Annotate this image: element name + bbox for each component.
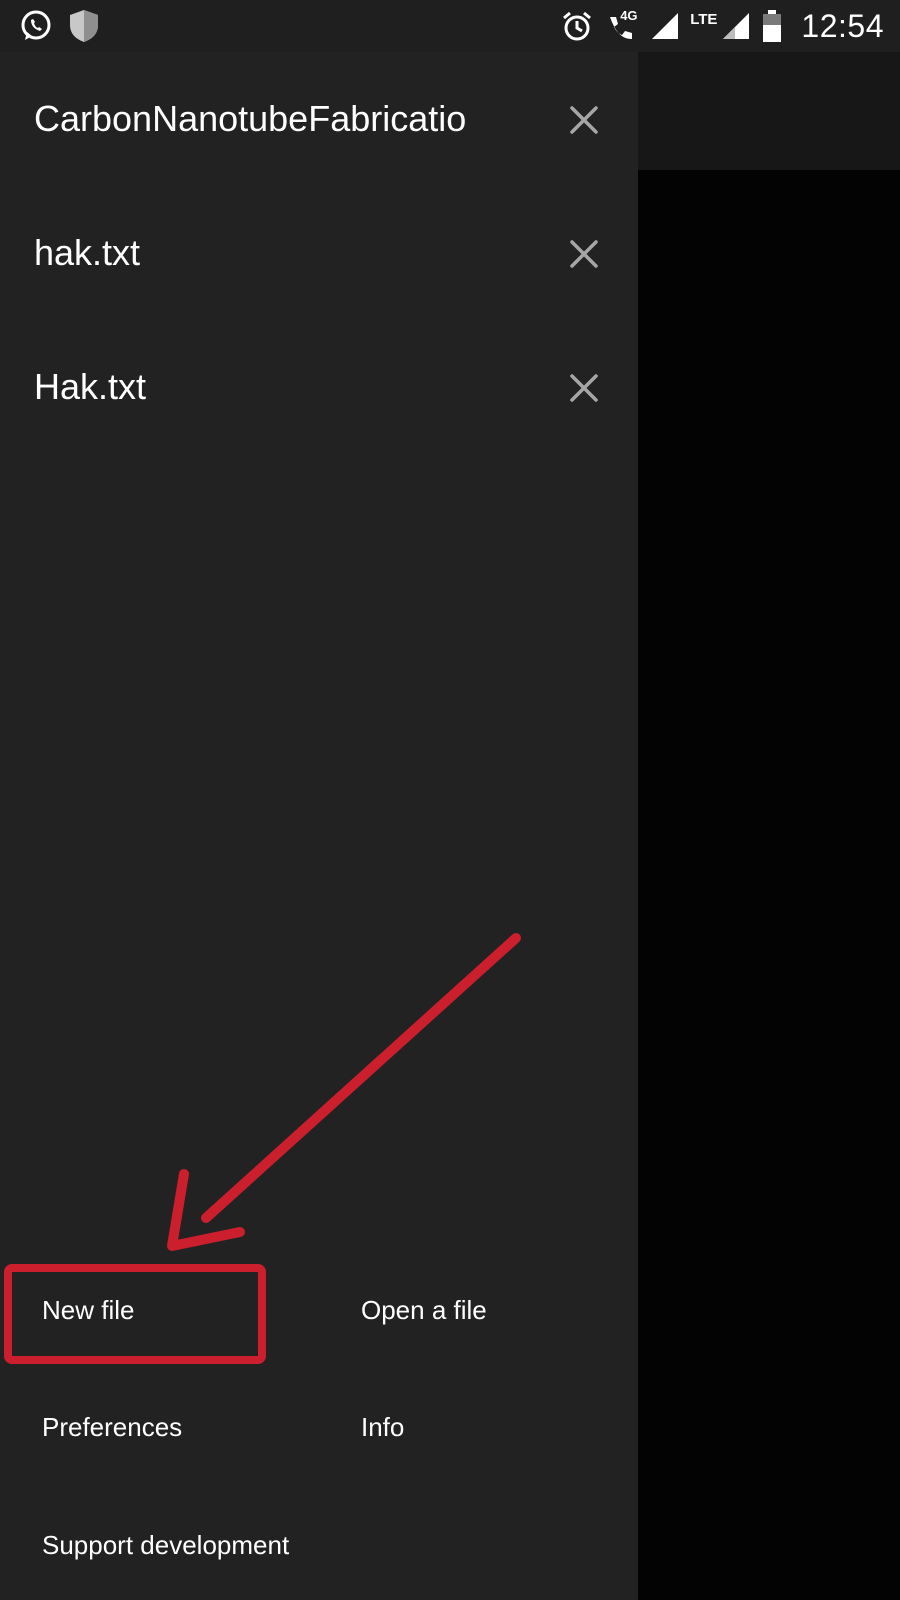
open-file-item[interactable]: CarbonNanotubeFabricatio bbox=[0, 52, 638, 186]
app-content[interactable] bbox=[638, 170, 900, 1600]
status-bar: 4G LTE 12:54 bbox=[0, 0, 900, 52]
file-name[interactable]: Hak.txt bbox=[34, 366, 534, 408]
lte-signal-icon bbox=[723, 13, 750, 39]
close-icon[interactable] bbox=[566, 236, 602, 272]
navigation-drawer: CarbonNanotubeFabricatio hak.txt Hak.txt… bbox=[0, 52, 638, 1600]
preferences-menu-item[interactable]: Preferences bbox=[42, 1412, 182, 1443]
volte-call-indicator: 4G bbox=[604, 8, 640, 44]
status-bar-left bbox=[18, 8, 100, 44]
shield-icon bbox=[70, 10, 98, 42]
battery-icon bbox=[763, 10, 782, 42]
open-file-item[interactable]: Hak.txt bbox=[0, 320, 638, 454]
file-name[interactable]: CarbonNanotubeFabricatio bbox=[34, 98, 534, 140]
close-icon[interactable] bbox=[566, 370, 602, 406]
open-files-list: CarbonNanotubeFabricatio hak.txt Hak.txt bbox=[0, 52, 638, 454]
network-type-label: LTE bbox=[690, 10, 718, 28]
whatsapp-icon bbox=[21, 10, 51, 40]
status-time: 12:54 bbox=[801, 7, 884, 44]
signal-icon bbox=[652, 13, 679, 39]
volte-label: 4G bbox=[620, 8, 638, 23]
app-toolbar bbox=[638, 52, 900, 170]
file-name[interactable]: hak.txt bbox=[34, 232, 534, 274]
info-menu-item[interactable]: Info bbox=[361, 1412, 404, 1443]
open-file-item[interactable]: hak.txt bbox=[0, 186, 638, 320]
alarm-icon bbox=[563, 11, 592, 41]
screen: 4G LTE 12:54 CarbonNanotubeFabricatio ha… bbox=[0, 0, 900, 1600]
close-icon[interactable] bbox=[566, 102, 602, 138]
open-file-menu-item[interactable]: Open a file bbox=[361, 1295, 487, 1326]
status-bar-right: 4G LTE 12:54 bbox=[560, 6, 884, 46]
support-development-menu-item[interactable]: Support development bbox=[42, 1530, 289, 1561]
new-file-menu-item[interactable]: New file bbox=[42, 1295, 134, 1326]
